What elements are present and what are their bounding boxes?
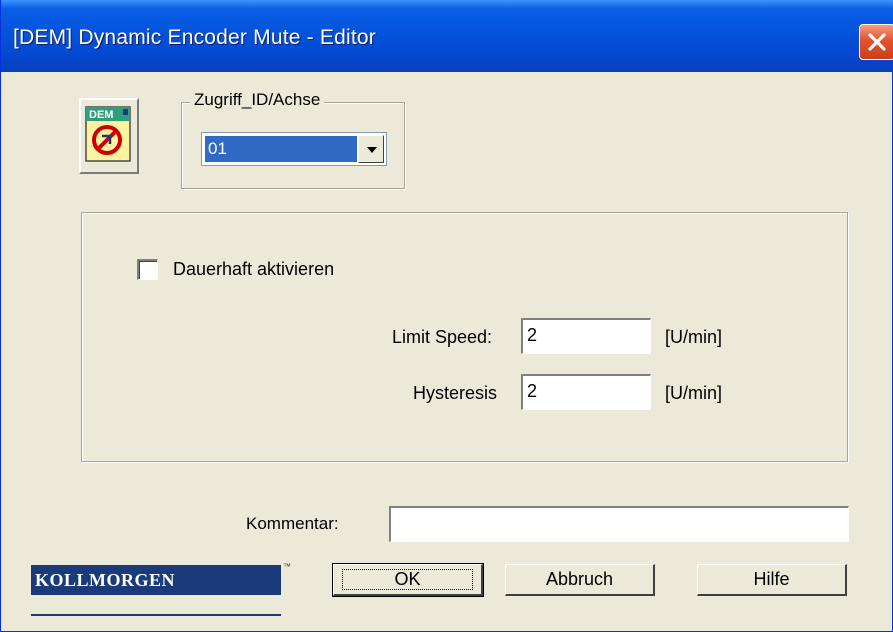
hysteresis-label: Hysteresis	[413, 383, 498, 403]
close-button[interactable]	[859, 24, 893, 60]
cancel-button[interactable]: Abbruch	[505, 564, 655, 596]
comment-input[interactable]	[389, 506, 849, 542]
permanent-activate-checkbox[interactable]	[137, 259, 158, 280]
comment-label: Kommentar:	[246, 514, 339, 533]
access-id-combobox[interactable]: 01	[201, 132, 387, 166]
limit-speed-label: Limit Speed:	[392, 327, 493, 347]
help-button[interactable]: Hilfe	[697, 564, 847, 596]
dem-icon: DEM	[85, 106, 131, 162]
kollmorgen-logo: KOLLMORGEN	[31, 565, 281, 595]
trademark-mark: ™	[283, 562, 291, 571]
limit-speed-unit: [U/min]	[665, 327, 723, 347]
close-icon	[868, 33, 886, 51]
focus-indicator	[342, 569, 473, 590]
cancel-button-label: Abbruch	[545, 569, 614, 589]
title-bar[interactable]: [DEM] Dynamic Encoder Mute - Editor	[1, 0, 893, 72]
dem-module-icon: DEM	[79, 98, 139, 174]
permanent-activate-label[interactable]: Dauerhaft aktivieren	[173, 259, 334, 280]
chevron-down-icon	[367, 147, 377, 153]
access-id-selected-value[interactable]: 01	[205, 136, 357, 162]
dem-editor-dialog: [DEM] Dynamic Encoder Mute - Editor DEM …	[0, 0, 893, 632]
dropdown-button[interactable]	[358, 135, 384, 163]
help-button-label: Hilfe	[753, 569, 790, 589]
hysteresis-unit: [U/min]	[665, 383, 723, 403]
hysteresis-input[interactable]: 2	[521, 374, 651, 410]
access-id-legend: Zugriff_ID/Achse	[190, 90, 325, 110]
limit-speed-input[interactable]: 2	[521, 318, 651, 354]
window-title: [DEM] Dynamic Encoder Mute - Editor	[13, 26, 376, 49]
logo-underline	[31, 614, 281, 616]
ok-button[interactable]: OK	[332, 563, 484, 597]
svg-text:DEM: DEM	[89, 109, 113, 121]
